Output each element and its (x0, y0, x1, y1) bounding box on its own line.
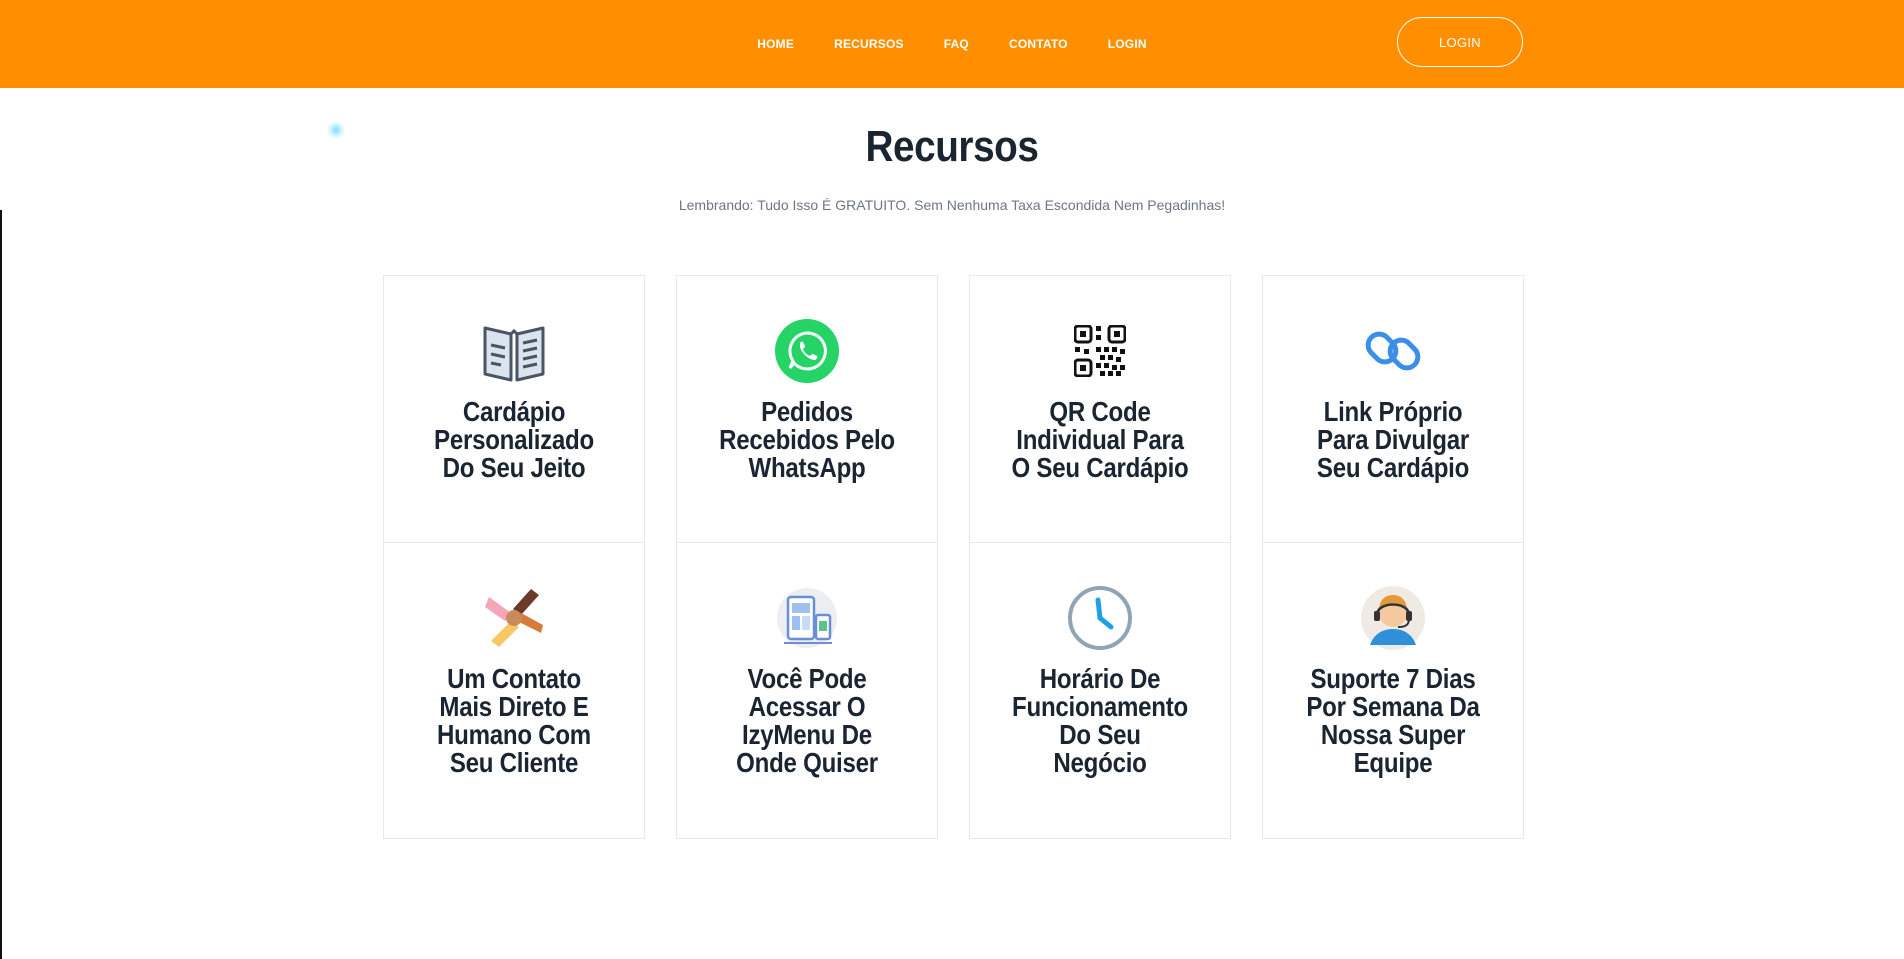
qr-code-icon (1065, 316, 1135, 386)
feature-label: QR Code Individual Para O Seu Cardápio (1011, 396, 1189, 483)
feature-label: Horário De Funcionamento Do Seu Negócio (1012, 663, 1188, 778)
feature-label: Você Pode Acessar O IzyMenu De Onde Quis… (736, 663, 878, 778)
feature-label: Suporte 7 Dias Por Semana Da Nossa Super… (1306, 663, 1480, 778)
nav-faq[interactable]: FAQ (924, 0, 989, 88)
feature-card-whatsapp: Pedidos Recebidos Pelo WhatsApp (676, 275, 938, 543)
login-button[interactable]: LOGIN (1397, 17, 1523, 67)
section-subtitle: Lembrando: Tudo Isso É GRATUITO. Sem Nen… (678, 197, 1226, 213)
nav-login[interactable]: LOGIN (1088, 0, 1167, 88)
left-edge-divider (0, 210, 2, 959)
features-grid: Cardápio Personalizado Do Seu Jeito Pedi… (383, 275, 1524, 839)
feature-label: Pedidos Recebidos Pelo WhatsApp (719, 396, 895, 483)
feature-label: Cardápio Personalizado Do Seu Jeito (434, 396, 594, 483)
feature-card-contact: Um Contato Mais Direto E Humano Com Seu … (383, 543, 645, 839)
nav-contato[interactable]: CONTATO (989, 0, 1088, 88)
link-icon (1358, 316, 1428, 386)
feature-card-hours: Horário De Funcionamento Do Seu Negócio (969, 543, 1231, 839)
support-agent-icon (1358, 583, 1428, 653)
feature-card-link: Link Próprio Para Divulgar Seu Cardápio (1262, 275, 1524, 543)
feature-label: Link Próprio Para Divulgar Seu Cardápio (1316, 396, 1470, 483)
feature-card-menu: Cardápio Personalizado Do Seu Jeito (383, 275, 645, 543)
menu-book-icon (479, 316, 549, 386)
hands-together-icon (479, 583, 549, 653)
feature-label: Um Contato Mais Direto E Humano Com Seu … (437, 663, 591, 778)
whatsapp-icon (772, 316, 842, 386)
clock-icon (1065, 583, 1135, 653)
devices-icon (772, 583, 842, 653)
feature-card-qrcode: QR Code Individual Para O Seu Cardápio (969, 275, 1231, 543)
main-nav: HOME RECURSOS FAQ CONTATO LOGIN (0, 0, 1904, 88)
feature-card-devices: Você Pode Acessar O IzyMenu De Onde Quis… (676, 543, 938, 839)
feature-card-support: Suporte 7 Dias Por Semana Da Nossa Super… (1262, 543, 1524, 839)
section-title: Recursos (865, 122, 1039, 171)
nav-home[interactable]: HOME (737, 0, 814, 88)
nav-recursos[interactable]: RECURSOS (814, 0, 924, 88)
